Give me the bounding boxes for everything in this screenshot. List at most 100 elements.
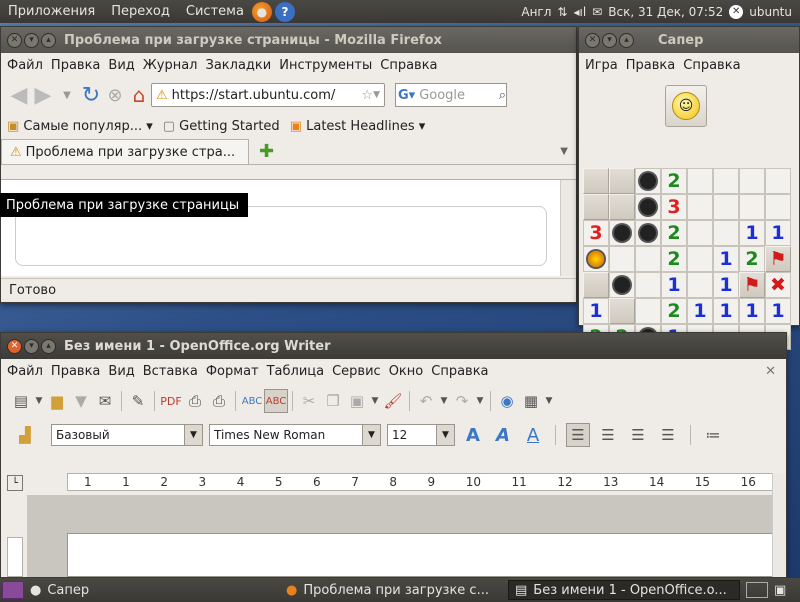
menu-window[interactable]: Окно xyxy=(385,364,428,379)
cell-number[interactable]: 1 xyxy=(739,298,765,324)
menu-file[interactable]: Файл xyxy=(3,58,47,73)
menu-help[interactable]: Справка xyxy=(679,58,744,73)
menu-tools[interactable]: Инструменты xyxy=(275,58,376,73)
cell-empty[interactable] xyxy=(713,194,739,220)
close-icon[interactable]: ✕ xyxy=(7,338,22,354)
cell-number[interactable]: 1 xyxy=(713,272,739,298)
styles-icon[interactable]: ▟ xyxy=(13,423,37,447)
font-size-select[interactable]: 12 ▼ xyxy=(387,424,455,446)
cell-empty[interactable] xyxy=(687,168,713,194)
google-icon[interactable]: G▾ xyxy=(396,88,417,103)
save-icon[interactable]: ▼ xyxy=(69,389,93,413)
cell-number[interactable]: 1 xyxy=(765,298,791,324)
cell-number[interactable]: 2 xyxy=(661,246,687,272)
cut-icon[interactable]: ✂ xyxy=(297,389,321,413)
cell-number[interactable]: 1 xyxy=(687,298,713,324)
face-button[interactable]: ☺ xyxy=(665,85,707,127)
forward-arrow-icon[interactable]: ▶ xyxy=(31,83,55,108)
cell-unopened[interactable] xyxy=(583,168,609,194)
task-writer[interactable]: ▤ Без имени 1 - OpenOffice.o... xyxy=(508,580,740,600)
cell-empty[interactable] xyxy=(765,194,791,220)
cell-number[interactable]: 3 xyxy=(583,220,609,246)
new-tab-icon[interactable]: ✚ xyxy=(259,141,274,162)
minimize-icon[interactable]: ▾ xyxy=(24,32,39,48)
table-icon[interactable]: ▦ xyxy=(519,389,543,413)
cell-unopened[interactable] xyxy=(609,168,635,194)
cell-empty[interactable] xyxy=(609,246,635,272)
menu-help[interactable]: Справка xyxy=(427,364,492,379)
menu-help[interactable]: Справка xyxy=(376,58,441,73)
cell-mine[interactable] xyxy=(635,194,661,220)
horizontal-ruler[interactable]: 1 1 2 3 4 5 6 7 8 9 10 11 12 13 14 15 16 xyxy=(67,473,773,491)
cell-wrong-flag[interactable]: ✖ xyxy=(765,272,791,298)
menu-bookmarks[interactable]: Закладки xyxy=(202,58,276,73)
vertical-scrollbar[interactable] xyxy=(772,473,786,577)
print-preview-icon[interactable]: ⎙ xyxy=(207,389,231,413)
document-page[interactable] xyxy=(67,533,773,577)
menu-history[interactable]: Журнал xyxy=(139,58,202,73)
search-icon[interactable]: ⌕ xyxy=(499,88,506,103)
close-document-icon[interactable]: ✕ xyxy=(761,364,780,379)
cell-empty[interactable] xyxy=(687,220,713,246)
tab-list-icon[interactable]: ▼ xyxy=(560,146,568,157)
cell-mine[interactable] xyxy=(635,168,661,194)
close-icon[interactable]: ✕ xyxy=(7,32,22,48)
tab-problem-loading[interactable]: ⚠ Проблема при загрузке стра... xyxy=(1,139,249,164)
cell-number[interactable]: 1 xyxy=(713,246,739,272)
cell-number[interactable]: 2 xyxy=(739,246,765,272)
menu-edit[interactable]: Правка xyxy=(622,58,679,73)
task-firefox[interactable]: ● Проблема при загрузке с... xyxy=(280,580,508,600)
table-dropdown-icon[interactable]: ▼ xyxy=(543,389,555,413)
menu-view[interactable]: Вид xyxy=(104,364,138,379)
show-desktop-icon[interactable] xyxy=(2,581,24,599)
maximize-icon[interactable]: ▴ xyxy=(41,338,56,354)
menu-file[interactable]: Файл xyxy=(3,364,47,379)
edit-file-icon[interactable]: ✎ xyxy=(126,389,150,413)
bookmark-latest-headlines[interactable]: ▣ Latest Headlines ▾ xyxy=(290,119,426,134)
tab-stop-selector[interactable]: └ xyxy=(7,475,23,491)
redo-icon[interactable]: ↷ xyxy=(450,389,474,413)
task-minesweeper[interactable]: ● Сапер xyxy=(24,580,280,600)
cell-number[interactable]: 2 xyxy=(661,220,687,246)
cell-number[interactable]: 2 xyxy=(661,168,687,194)
spellcheck-icon[interactable]: ABC xyxy=(240,389,264,413)
cell-empty[interactable] xyxy=(713,220,739,246)
cell-empty[interactable] xyxy=(635,272,661,298)
font-name-select[interactable]: Times New Roman ▼ xyxy=(209,424,381,446)
star-icon[interactable]: ☆ xyxy=(361,88,373,103)
menu-tools[interactable]: Сервис xyxy=(328,364,385,379)
menu-format[interactable]: Формат xyxy=(202,364,263,379)
cell-number[interactable]: 1 xyxy=(583,298,609,324)
url-bar[interactable]: ⚠ https://start.ubuntu.com/ ☆ ▼ xyxy=(151,83,385,107)
cell-empty[interactable] xyxy=(687,272,713,298)
menu-edit[interactable]: Правка xyxy=(47,58,104,73)
cell-exploded-mine[interactable] xyxy=(583,246,609,272)
align-left-icon[interactable]: ☰ xyxy=(566,423,590,447)
session-icon[interactable]: ✕ xyxy=(729,4,744,19)
history-dropdown-icon[interactable]: ▼ xyxy=(55,83,79,107)
search-bar[interactable]: G▾ Google ⌕ xyxy=(395,83,507,107)
minimize-icon[interactable]: ▾ xyxy=(602,32,617,48)
firefox-launcher-icon[interactable]: ● xyxy=(251,1,272,22)
bold-icon[interactable]: A xyxy=(461,423,485,447)
back-arrow-icon[interactable]: ◀ xyxy=(7,83,31,108)
email-icon[interactable]: ✉ xyxy=(93,389,117,413)
undo-dropdown-icon[interactable]: ▼ xyxy=(438,389,450,413)
export-pdf-icon[interactable]: PDF xyxy=(159,389,183,413)
paste-dropdown-icon[interactable]: ▼ xyxy=(369,389,381,413)
menu-places[interactable]: Переход xyxy=(103,4,178,19)
cell-unopened[interactable] xyxy=(609,298,635,324)
menu-insert[interactable]: Вставка xyxy=(139,364,202,379)
underline-icon[interactable]: A xyxy=(521,423,545,447)
cell-mine[interactable] xyxy=(609,272,635,298)
numbering-icon[interactable]: ≔ xyxy=(701,423,725,447)
align-right-icon[interactable]: ☰ xyxy=(626,423,650,447)
cell-number[interactable]: 1 xyxy=(713,298,739,324)
workspace-switcher[interactable] xyxy=(746,582,768,598)
menu-game[interactable]: Игра xyxy=(581,58,622,73)
italic-icon[interactable]: A xyxy=(491,423,515,447)
url-dropdown-icon[interactable]: ▼ xyxy=(373,90,380,100)
menu-table[interactable]: Таблица xyxy=(263,364,329,379)
cell-number[interactable]: 1 xyxy=(739,220,765,246)
maximize-icon[interactable]: ▴ xyxy=(619,32,634,48)
